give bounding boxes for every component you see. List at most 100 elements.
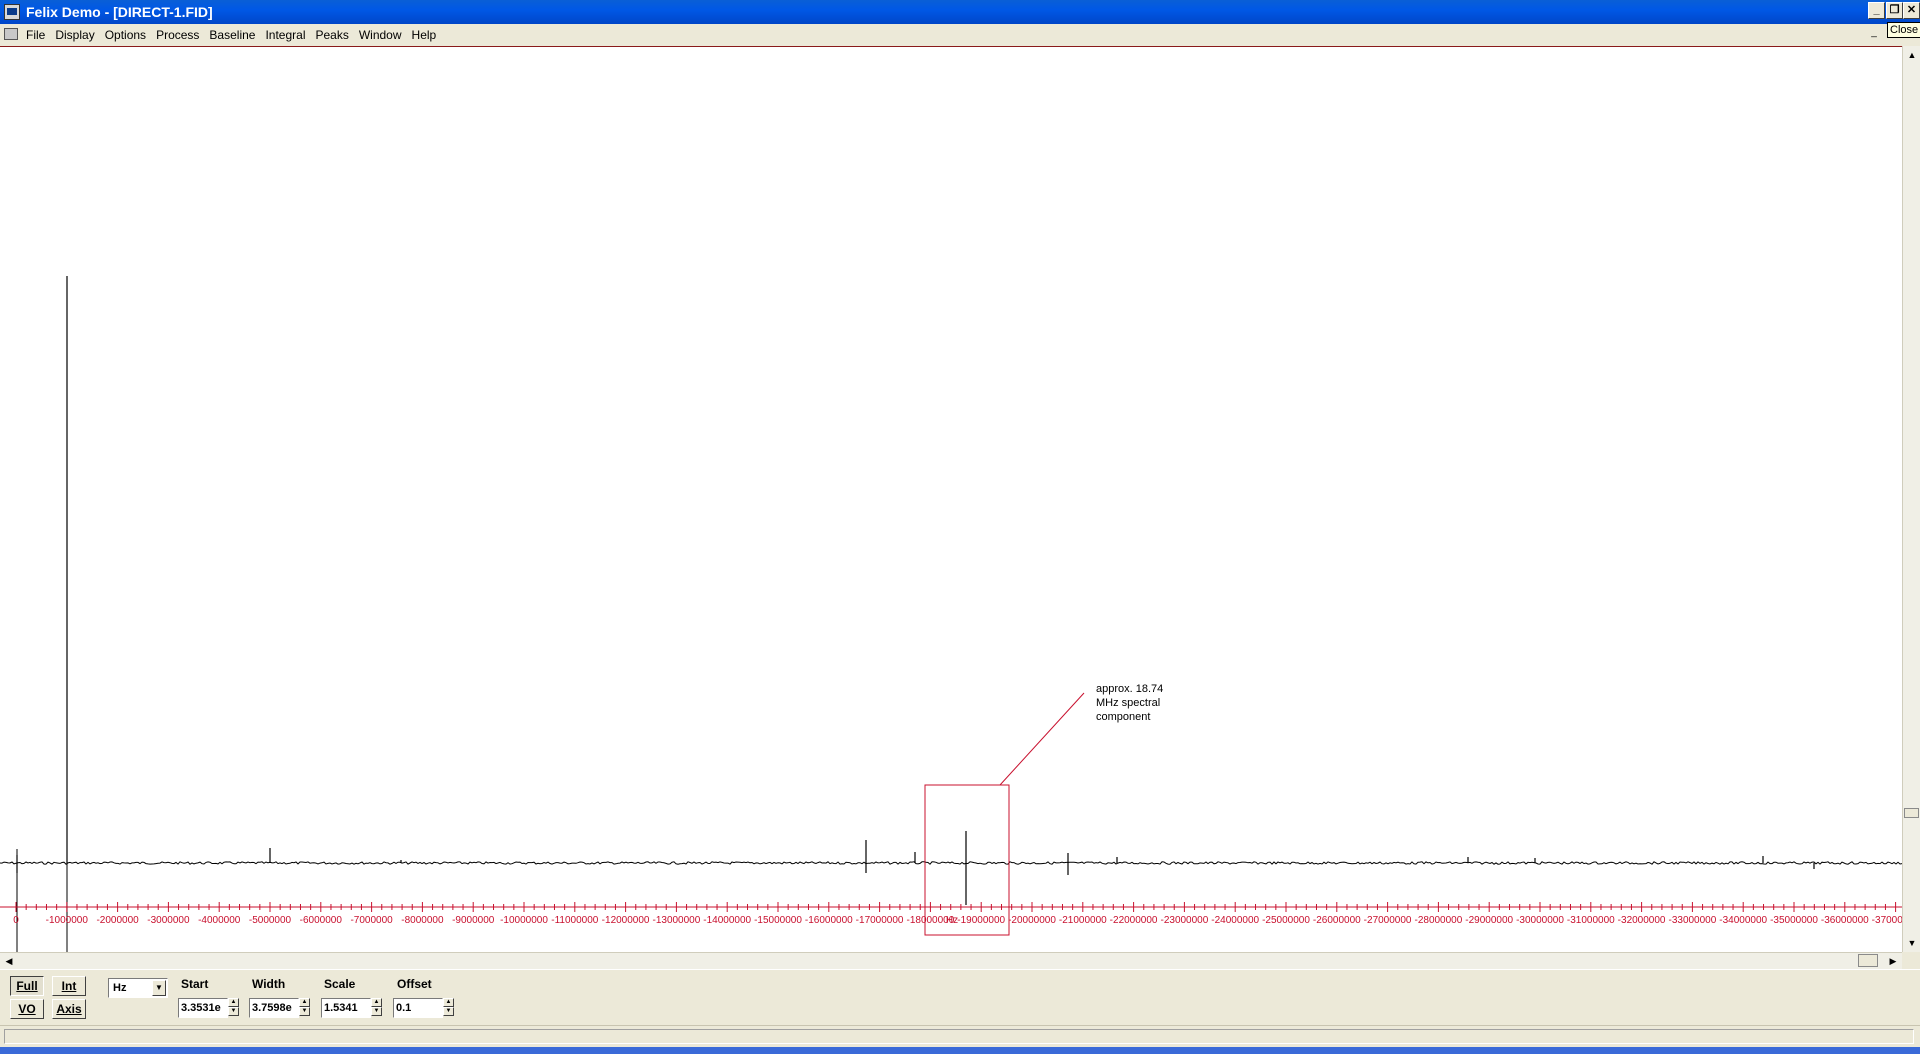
offset-up-icon[interactable]: ▲ xyxy=(443,998,454,1007)
annotation-line-1: approx. 18.74 xyxy=(1096,683,1164,695)
scroll-down-icon[interactable]: ▼ xyxy=(1905,936,1919,950)
start-input[interactable]: 3.3531e xyxy=(178,998,228,1018)
taskbar-strip xyxy=(0,1047,1920,1054)
menu-peaks[interactable]: Peaks xyxy=(315,28,354,42)
width-down-icon[interactable]: ▼ xyxy=(299,1007,310,1016)
tick-label-9: -9000000 xyxy=(452,915,495,926)
tick-label-4: -4000000 xyxy=(198,915,241,926)
tick-label-25: -25000000 xyxy=(1262,915,1310,926)
vo-button[interactable]: VO xyxy=(10,999,44,1019)
menu-display[interactable]: Display xyxy=(55,28,100,42)
width-label: Width xyxy=(252,977,286,991)
status-bar xyxy=(0,1025,1920,1048)
tick-label-12: -12000000 xyxy=(602,915,650,926)
horizontal-scroll-thumb[interactable] xyxy=(1858,954,1878,967)
tick-label-3: -3000000 xyxy=(147,915,190,926)
tick-label-6: -6000000 xyxy=(300,915,343,926)
dropdown-arrow-icon[interactable]: ▼ xyxy=(152,980,166,996)
mdi-minimize-button[interactable]: _ xyxy=(1868,28,1880,40)
axis-unit-label: Hz xyxy=(946,915,958,926)
unit-select[interactable]: Hz ▼ xyxy=(108,978,168,998)
tick-label-16: -16000000 xyxy=(805,915,853,926)
menu-baseline[interactable]: Baseline xyxy=(209,28,261,42)
offset-down-icon[interactable]: ▼ xyxy=(443,1007,454,1016)
tick-label-27: -27000000 xyxy=(1364,915,1412,926)
baseline-trace xyxy=(0,861,1902,865)
close-button[interactable]: ✕ xyxy=(1903,2,1920,19)
vertical-scrollbar[interactable]: ▲ ▼ xyxy=(1902,46,1920,952)
tick-label-28: -28000000 xyxy=(1414,915,1462,926)
tick-label-31: -31000000 xyxy=(1567,915,1615,926)
scale-spinner: 1.5341 ▲ ▼ xyxy=(321,998,383,1018)
tick-label-37: -37000000 xyxy=(1872,915,1902,926)
tick-label-34: -34000000 xyxy=(1719,915,1767,926)
tick-label-17: -17000000 xyxy=(856,915,904,926)
menu-integral[interactable]: Integral xyxy=(265,28,311,42)
annotation-box xyxy=(924,784,1010,936)
tick-label-35: -35000000 xyxy=(1770,915,1818,926)
tick-label-7: -7000000 xyxy=(350,915,393,926)
spectrum-svg: 0 -1000000 -2000000 -3000000 -4000000 -500000… xyxy=(0,276,1902,953)
annotation-leader xyxy=(999,692,1085,786)
width-up-icon[interactable]: ▲ xyxy=(299,998,310,1007)
tick-label-19: -19000000 xyxy=(957,915,1005,926)
start-label: Start xyxy=(181,977,209,991)
tick-label-10: -10000000 xyxy=(500,915,548,926)
window-title: Felix Demo - [DIRECT-1.FID] xyxy=(26,4,213,20)
axis-button[interactable]: Axis xyxy=(52,999,86,1019)
full-button[interactable]: Full xyxy=(10,976,44,996)
status-pane xyxy=(4,1029,1914,1044)
tick-label-32: -32000000 xyxy=(1618,915,1666,926)
restore-button[interactable]: ❐ xyxy=(1886,2,1903,19)
start-up-icon[interactable]: ▲ xyxy=(228,998,239,1007)
horizontal-scrollbar[interactable]: ◀ ▶ xyxy=(0,952,1920,969)
tick-label-21: -21000000 xyxy=(1059,915,1107,926)
offset-input[interactable]: 0.1 xyxy=(393,998,443,1018)
tick-label-24: -24000000 xyxy=(1211,915,1259,926)
scale-input[interactable]: 1.5341 xyxy=(321,998,371,1018)
tick-label-14: -14000000 xyxy=(703,915,751,926)
scale-down-icon[interactable]: ▼ xyxy=(371,1007,382,1016)
scrollbar-corner xyxy=(1902,953,1920,969)
tick-label-13: -13000000 xyxy=(652,915,700,926)
vertical-scroll-thumb[interactable] xyxy=(1904,808,1919,818)
menu-process[interactable]: Process xyxy=(156,28,205,42)
close-tooltip: Close xyxy=(1887,22,1920,38)
scroll-up-icon[interactable]: ▲ xyxy=(1905,48,1919,62)
menu-help[interactable]: Help xyxy=(412,28,443,42)
tick-label-0: 0 xyxy=(13,915,19,926)
scroll-left-icon[interactable]: ◀ xyxy=(2,954,16,968)
menu-options[interactable]: Options xyxy=(105,28,152,42)
scale-up-icon[interactable]: ▲ xyxy=(371,998,382,1007)
spectrum-plot[interactable]: 0 -1000000 -2000000 -3000000 -4000000 -500000… xyxy=(0,46,1902,953)
spectrum-trace-group xyxy=(0,276,1902,953)
start-down-icon[interactable]: ▼ xyxy=(228,1007,239,1016)
minimize-button[interactable]: _ xyxy=(1868,2,1885,19)
display-controls: Full Int VO Axis Hz ▼ Start Width Scale … xyxy=(0,969,1920,1026)
tick-label-23: -23000000 xyxy=(1160,915,1208,926)
tick-label-11: -11000000 xyxy=(551,915,599,926)
annotation-group xyxy=(924,692,1085,936)
width-input[interactable]: 3.7598e xyxy=(249,998,299,1018)
tick-label-26: -26000000 xyxy=(1313,915,1361,926)
title-bar: Felix Demo - [DIRECT-1.FID] _ ❐ ✕ xyxy=(0,0,1920,24)
width-spinner: 3.7598e ▲ ▼ xyxy=(249,998,311,1018)
scroll-right-icon[interactable]: ▶ xyxy=(1886,954,1900,968)
unit-select-value: Hz xyxy=(113,982,127,994)
offset-spinner: 0.1 ▲ ▼ xyxy=(393,998,455,1018)
menu-file[interactable]: File xyxy=(26,28,51,42)
annotation-text: approx. 18.74 MHz spectral component xyxy=(1096,682,1163,724)
tick-label-36: -36000000 xyxy=(1821,915,1869,926)
tick-label-2: -2000000 xyxy=(96,915,139,926)
menu-bar: File Display Options Process Baseline In… xyxy=(0,24,1920,47)
tick-label-22: -22000000 xyxy=(1110,915,1158,926)
menu-window[interactable]: Window xyxy=(359,28,408,42)
start-spinner: 3.3531e ▲ ▼ xyxy=(178,998,240,1018)
tick-label-1: -1000000 xyxy=(46,915,89,926)
int-button[interactable]: Int xyxy=(52,976,86,996)
scale-label: Scale xyxy=(324,977,356,991)
app-icon[interactable] xyxy=(4,4,20,20)
document-icon[interactable] xyxy=(4,28,18,40)
tick-label-5: -5000000 xyxy=(249,915,292,926)
tick-label-20: -20000000 xyxy=(1008,915,1056,926)
